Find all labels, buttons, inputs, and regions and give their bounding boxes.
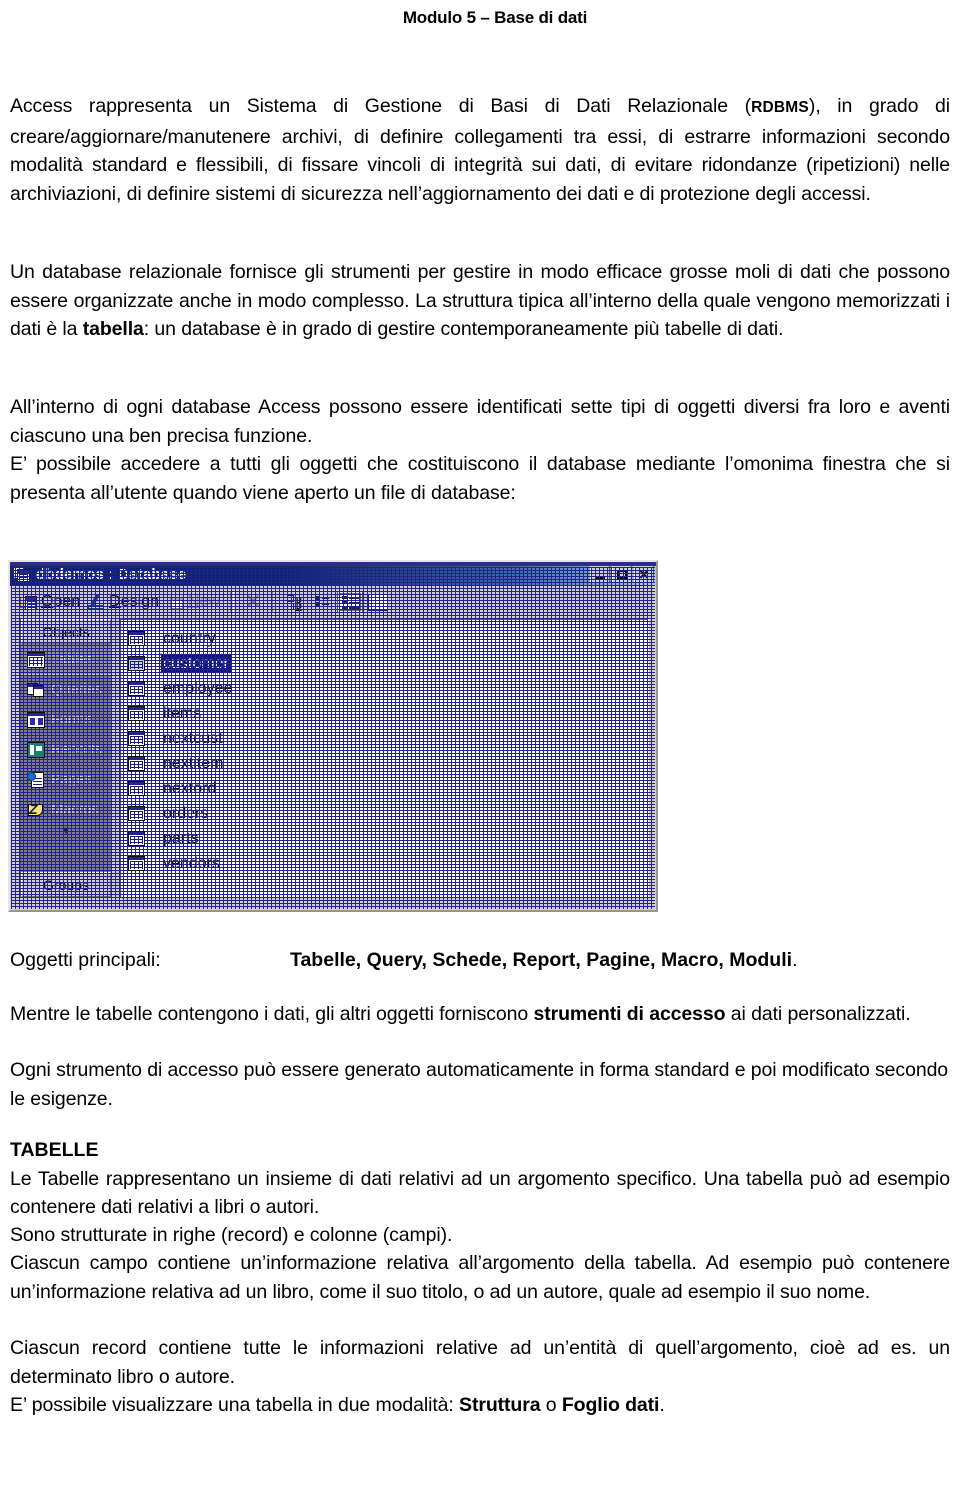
document-page: Modulo 5 – Base di dati Access rappresen…	[0, 0, 960, 1496]
paragraph-strumento-generato: Ogni strumento di accesso può essere gen…	[10, 1059, 949, 1110]
strumenti-di-accesso-bold: strumenti di accesso	[533, 1003, 726, 1025]
paragraph-6-block: Ogni strumento di accesso può essere gen…	[10, 1056, 950, 1113]
oggetti-principali-list: Tabelle, Query, Schede, Report, Pagine, …	[290, 949, 793, 971]
p11-mid: o	[540, 1394, 562, 1416]
paragraph-1-block: Access rappresenta un Sistema di Gestion…	[10, 92, 950, 208]
table-icon	[128, 681, 145, 696]
tabelle-section-block: TABELLE Le Tabelle rappresentano un insi…	[10, 1136, 950, 1222]
paragraph-record: Ciascun record contiene tutte le informa…	[10, 1337, 950, 1388]
table-icon	[128, 656, 145, 671]
paragraph-10-block: Ciascun record contiene tutte le informa…	[10, 1334, 950, 1391]
table-icon	[128, 831, 145, 846]
table-icon	[128, 706, 145, 721]
struttura-bold: Struttura	[459, 1394, 541, 1416]
details-view-button[interactable]	[365, 593, 391, 612]
paragraph-5-block: Mentre le tabelle contengono i dati, gli…	[10, 1000, 950, 1029]
paragraph-11-block: E’ possibile visualizzare una tabella in…	[10, 1391, 950, 1420]
p1-before: Access rappresenta un Sistema di Gestion…	[10, 95, 752, 117]
p5-a: Mentre le tabelle contengono i dati, gli…	[10, 1003, 534, 1025]
reports-icon	[27, 742, 45, 758]
table-icon	[128, 806, 145, 821]
oggetti-principali-period: .	[792, 949, 798, 971]
foglio-dati-bold: Foglio dati	[561, 1394, 660, 1416]
p2-b: : un database è in grado di gestire cont…	[143, 318, 784, 340]
paragraph-tabelle-1: Le Tabelle rappresentano un insieme di d…	[10, 1167, 950, 1219]
paragraph-strumenti-accesso: Mentre le tabelle contengono i dati, gli…	[10, 1000, 950, 1029]
forms-icon	[27, 712, 45, 728]
paragraph-righe-colonne: Sono strutturate in righe (record) e col…	[10, 1224, 453, 1246]
details-view-icon	[367, 593, 388, 611]
tabella-bold: tabella	[82, 318, 144, 340]
oggetti-principali-line: Oggetti principali: Tabelle, Query, Sched…	[10, 946, 950, 975]
table-icon	[128, 781, 145, 796]
queries-icon	[27, 682, 45, 698]
p11-a: E’ possibile visualizzare una tabella in…	[10, 1394, 460, 1416]
paragraph-9-block: Ciascun campo contiene un’informazione r…	[10, 1249, 950, 1306]
rdbms-acronym: RDBMS	[751, 99, 809, 116]
table-icon	[128, 756, 145, 771]
macros-icon: Z	[27, 802, 45, 818]
paragraph-database-window: E’ possibile accedere a tutti gli oggett…	[10, 453, 950, 504]
paragraph-seven-objects: All’interno di ogni database Access poss…	[10, 396, 950, 447]
section-heading-tabelle: TABELLE	[10, 1139, 99, 1161]
paragraph-3-block: All’interno di ogni database Access poss…	[10, 393, 950, 450]
p5-b: ai dati personalizzati.	[725, 1003, 911, 1025]
paragraph-intro: Access rappresenta un Sistema di Gestion…	[10, 92, 950, 208]
page-running-header: Modulo 5 – Base di dati	[402, 8, 588, 27]
paragraph-campo: Ciascun campo contiene un’informazione r…	[10, 1252, 950, 1303]
tables-icon	[27, 652, 45, 668]
paragraph-8-block: Sono strutturate in righe (record) e col…	[10, 1221, 950, 1250]
access-database-window: dbdemos : Database ✕ Open Design ✦ New	[8, 560, 658, 912]
paragraph-modalita: E’ possibile visualizzare una tabella in…	[10, 1391, 950, 1420]
table-icon	[128, 631, 145, 646]
database-toolbar: Open Design ✦ New ✕ DD	[10, 586, 656, 618]
paragraph-2-block: Un database relazionale fornisce gli str…	[10, 258, 950, 344]
table-icon	[128, 731, 145, 746]
oggetti-principali-label: Oggetti principali:	[10, 949, 161, 971]
p11-b: .	[659, 1394, 665, 1416]
pages-icon	[27, 772, 45, 788]
paragraph-4-block: E’ possibile accedere a tutti gli oggett…	[10, 450, 950, 507]
paragraph-relational-db: Un database relazionale fornisce gli str…	[10, 258, 950, 344]
table-icon	[128, 856, 145, 871]
